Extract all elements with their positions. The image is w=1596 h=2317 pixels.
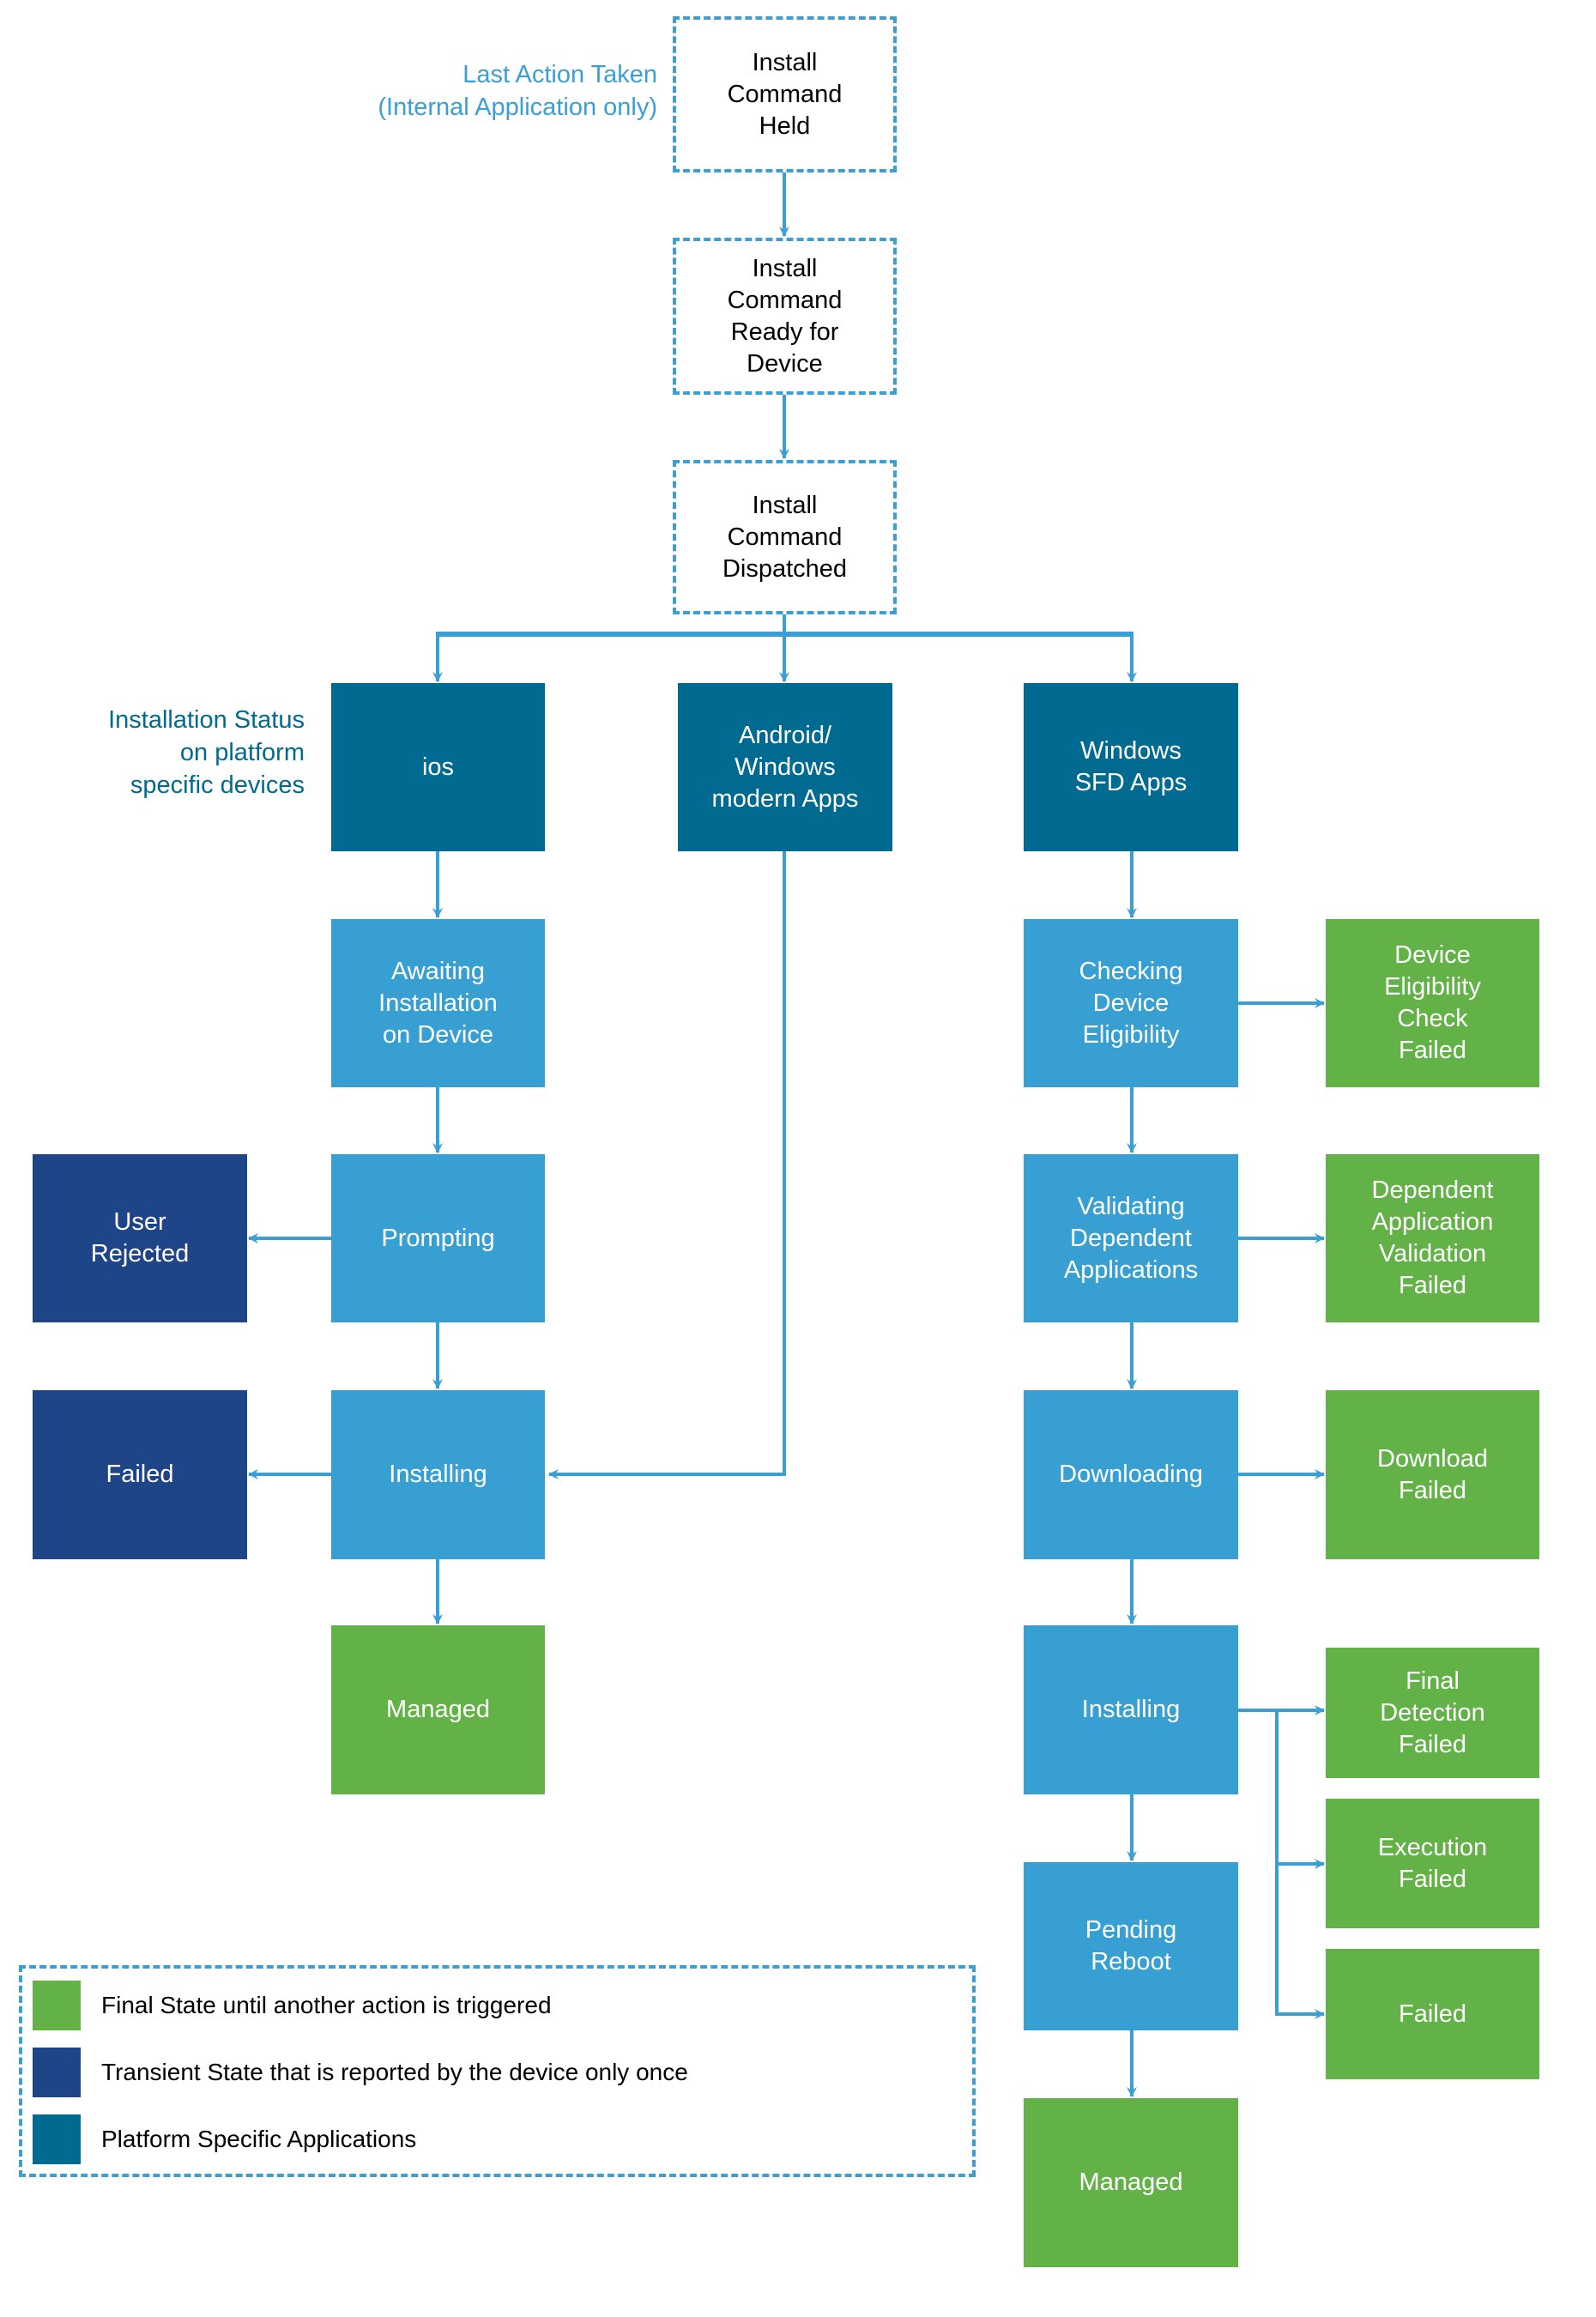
arrow-android-to-installing xyxy=(548,851,786,1479)
state-checking-eligibility: Checking Device Eligibility xyxy=(1024,919,1238,1087)
arrow-installing-to-failed xyxy=(1275,1864,1325,2019)
state-eligibility-check-failed: Device Eligibility Check Failed xyxy=(1326,919,1539,1087)
legend-item-final: Final State until another action is trig… xyxy=(33,1981,552,2030)
legend-label-final: Final State until another action is trig… xyxy=(101,1992,552,2018)
state-installing-ios: Installing xyxy=(331,1390,545,1559)
state-failed-windows: Failed xyxy=(1326,1949,1539,2079)
state-awaiting-installation: Awaiting Installation on Device xyxy=(331,919,545,1087)
state-pending-reboot: Pending Reboot xyxy=(1024,1862,1238,2030)
legend-swatch-final xyxy=(33,1981,81,2030)
legend: Final State until another action is trig… xyxy=(19,1965,976,2177)
state-execution-failed: Execution Failed xyxy=(1326,1799,1539,1928)
state-dependent-validation-failed: Dependent Application Validation Failed xyxy=(1326,1154,1539,1322)
state-installing-windows: Installing xyxy=(1024,1625,1238,1794)
state-validating-dependent: Validating Dependent Applications xyxy=(1024,1154,1238,1322)
platform-android-windows-modern: Android/ Windows modern Apps xyxy=(678,683,892,851)
platform-ios: ios xyxy=(331,683,545,851)
installation-status-annotation: Installation Status on platform specific… xyxy=(108,706,305,799)
state-managed-ios: Managed xyxy=(331,1625,545,1794)
arrow-installing-to-execution-failed xyxy=(1275,1710,1325,1869)
install-command-ready: Install Command Ready for Device xyxy=(673,238,897,395)
state-user-rejected: User Rejected xyxy=(33,1154,247,1322)
legend-label-transient: Transient State that is reported by the … xyxy=(101,2059,688,2085)
state-download-failed: Download Failed xyxy=(1326,1390,1539,1559)
legend-swatch-transient xyxy=(33,2048,81,2097)
install-command-held: Install Command Held xyxy=(673,16,897,172)
state-managed-windows: Managed xyxy=(1024,2098,1238,2267)
legend-label-platform: Platform Specific Applications xyxy=(101,2126,417,2152)
state-downloading: Downloading xyxy=(1024,1390,1238,1559)
state-prompting: Prompting xyxy=(331,1154,545,1322)
state-failed-ios: Failed xyxy=(33,1390,247,1559)
legend-item-transient: Transient State that is reported by the … xyxy=(33,2048,688,2097)
legend-item-platform: Platform Specific Applications xyxy=(33,2114,416,2164)
install-command-dispatched: Install Command Dispatched xyxy=(673,460,897,614)
state-final-detection-failed: Final Detection Failed xyxy=(1326,1648,1539,1778)
platform-windows-sfd: Windows SFD Apps xyxy=(1024,683,1238,851)
last-action-annotation: Last Action Taken (Internal Application … xyxy=(378,61,657,121)
legend-swatch-platform xyxy=(33,2114,81,2164)
